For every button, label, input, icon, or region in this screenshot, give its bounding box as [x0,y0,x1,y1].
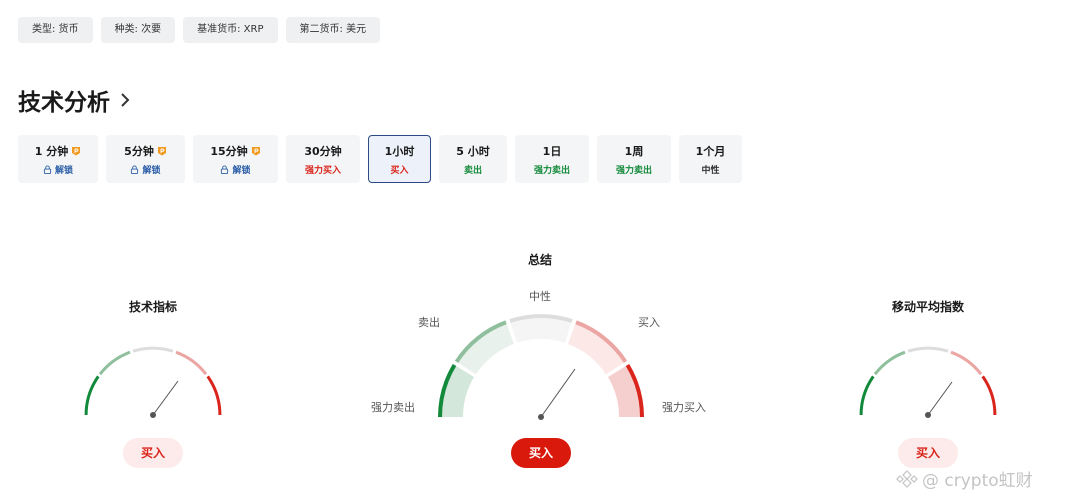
tab-status: 卖出 [463,165,482,176]
gauge-arc-strong-buy [981,375,997,416]
moving-averages-gauge [859,346,997,418]
gauge-needle-pivot [538,414,544,420]
summary-result-badge: 买入 [511,438,571,468]
chevron-right-icon [121,93,130,107]
tab-status: 买入 [390,165,409,176]
lock-icon [131,164,139,174]
tab-label: 30分钟 [304,144,342,158]
page-title[interactable]: 技术分析 [18,83,110,117]
lock-icon [43,164,52,174]
watermark: @ crypto虹财 [896,466,1033,491]
tab-label: 1 分钟 [34,144,69,158]
tab-label: 1日 [542,144,562,158]
summary-label-strong-buy: 强力买入 [662,401,706,414]
pro-badge-icon [251,146,260,155]
summary-gauge-title: 总结 [527,253,553,267]
gauge-arc-strong-buy [206,375,222,416]
tab-1month[interactable]: 1个月 中性 [679,135,742,183]
gauge-needle [927,381,953,416]
tag-quote-currency[interactable]: 第二货币: 美元 [285,17,381,43]
timeframe-selector: 1 分钟 解锁 5分钟 解锁 15分钟 解锁 30分钟 强力买入 1小时 买入 [18,135,750,183]
gauge-needle-pivot [150,412,156,418]
moving-averages-gauge-title: 移动平均指数 [891,300,965,314]
gauge-arc-strong-sell [859,375,875,416]
gauge-arc-strong-sell [84,375,100,416]
tab-5min[interactable]: 5分钟 解锁 [106,135,185,183]
pro-badge-icon [157,146,166,155]
tab-30min[interactable]: 30分钟 强力买入 [286,135,360,183]
gauge-arc-neutral [132,346,174,353]
gauge-arc-sell [98,350,131,376]
info-tags: 类型: 货币 种类: 次要 基准货币: XRP 第二货币: 美元 [18,17,381,43]
indicators-gauge [84,346,222,418]
summary-label-neutral: 中性 [529,290,551,303]
tag-base-currency[interactable]: 基准货币: XRP [183,17,278,43]
gauge-arc-buy [175,350,208,376]
gauge-arc-sell [873,350,906,376]
indicators-result-badge: 买入 [123,438,183,468]
summary-label-strong-sell: 强力卖出 [371,401,415,414]
tab-15min[interactable]: 15分钟 解锁 [193,135,278,183]
tab-status: 解锁 [142,165,161,176]
tab-1day[interactable]: 1日 强力卖出 [515,135,589,183]
tab-label: 1个月 [695,144,726,158]
gauge-needle-pivot [925,412,931,418]
gauge-arc-buy [950,350,983,376]
section-header[interactable]: 技术分析 [18,83,134,117]
gauge-needle [152,380,179,416]
tag-category[interactable]: 种类: 次要 [100,17,176,43]
tab-status: 解锁 [232,165,251,176]
watermark-text: @ crypto虹财 [922,471,1033,491]
tab-label: 5分钟 [124,144,154,158]
gauge-arc-neutral [907,346,949,353]
tab-status: 解锁 [54,165,73,176]
tab-label: 1周 [624,144,644,158]
tab-label: 1小时 [384,144,415,158]
moving-averages-result-badge: 买入 [898,438,958,468]
tab-1week[interactable]: 1周 强力卖出 [597,135,671,183]
binance-logo-icon [896,469,918,488]
tab-label: 5 小时 [456,144,490,158]
summary-gauge [438,314,644,420]
tab-status: 强力卖出 [615,165,652,176]
tab-status: 强力卖出 [533,165,570,176]
tag-type[interactable]: 类型: 货币 [18,17,93,43]
tab-status: 中性 [701,165,720,176]
tab-label: 15分钟 [210,144,248,158]
gauge-needle [540,368,576,418]
tab-5hour[interactable]: 5 小时 卖出 [439,135,507,183]
indicators-gauge-title: 技术指标 [128,300,178,314]
pro-badge-icon [72,146,81,155]
tab-1min[interactable]: 1 分钟 解锁 [18,135,98,183]
tab-1hour[interactable]: 1小时 买入 [368,135,431,183]
lock-icon [221,164,229,174]
tab-status: 强力买入 [304,165,341,176]
